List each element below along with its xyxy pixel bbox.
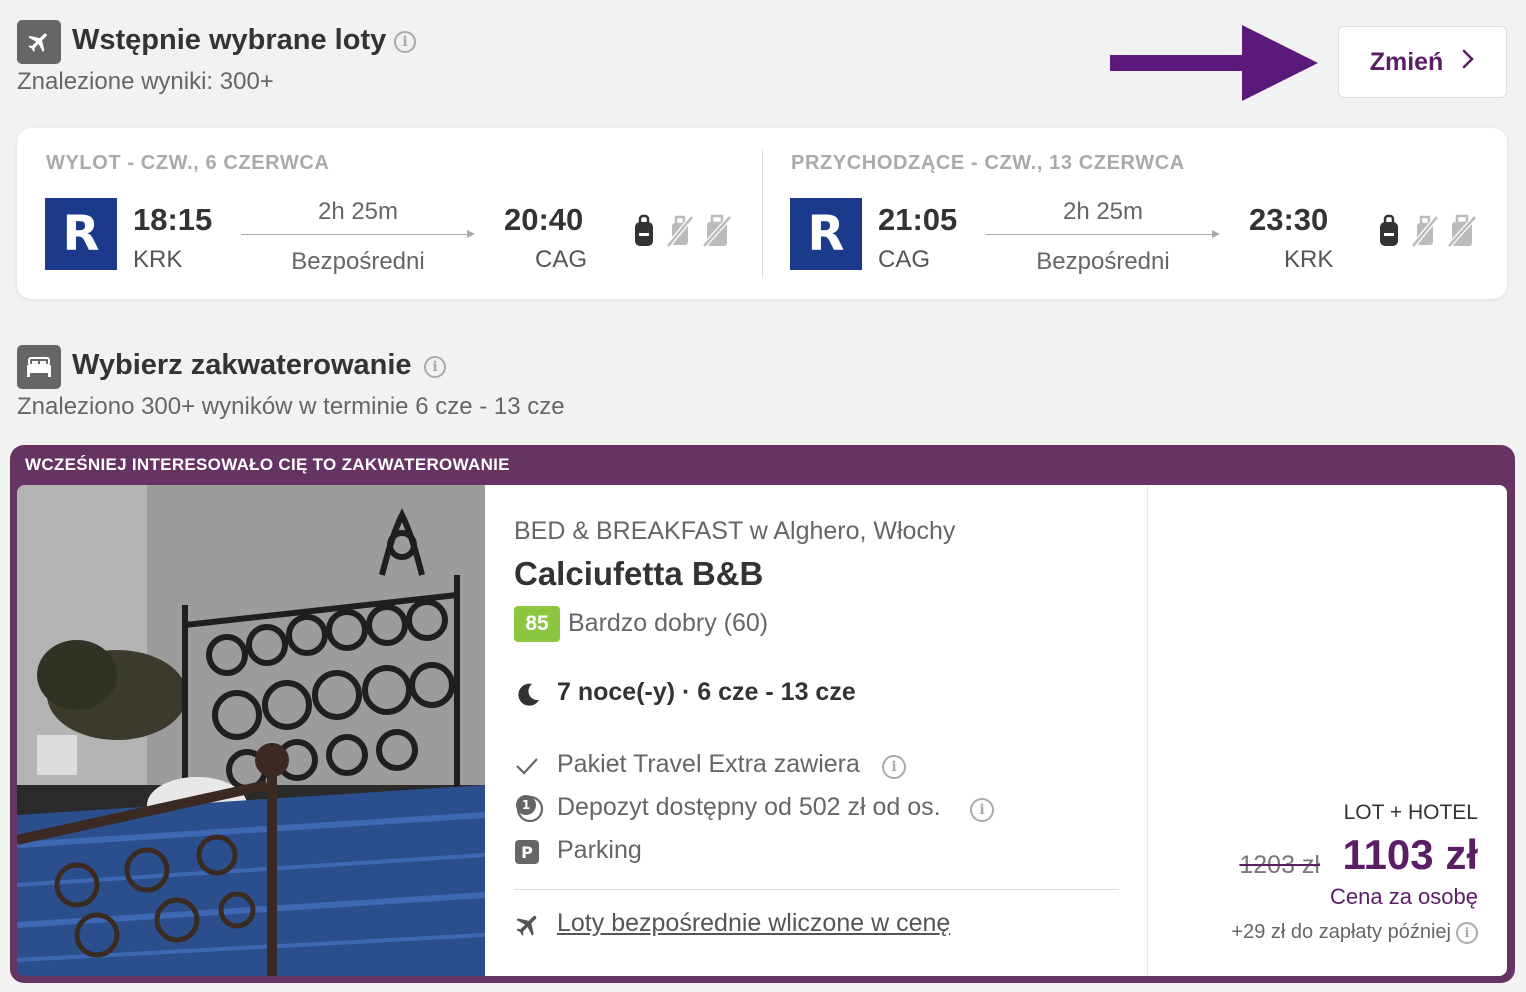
current-price: 1103 zł <box>1342 831 1478 878</box>
change-flights-button[interactable]: Zmień <box>1338 26 1507 98</box>
outbound-arrival-code: CAG <box>535 246 588 273</box>
inbound-route-line <box>986 230 1220 238</box>
pay-later-info-icon[interactable]: i <box>1456 922 1478 944</box>
no-cabin-bag-icon <box>1410 214 1440 253</box>
outbound-duration: 2h 25m <box>317 198 399 225</box>
svg-text:P: P <box>521 843 533 862</box>
accommodation-section-title: Wybierz zakwaterowanie <box>72 349 412 381</box>
deposit-info-icon[interactable]: i <box>970 798 994 822</box>
stay-nights-dates: 7 noce(-y) · 6 cze - 13 cze <box>557 678 856 706</box>
inbound-departure-code: CAG <box>878 246 931 273</box>
outbound-leg: WYLOT - CZW., 6 CZERWCA R 18:15 KRK 2h 2… <box>17 128 737 299</box>
flight-summary-card[interactable]: WYLOT - CZW., 6 CZERWCA R 18:15 KRK 2h 2… <box>17 128 1507 299</box>
hotel-name[interactable]: Calciufetta B&B <box>514 555 763 593</box>
inbound-header: PRZYCHODZĄCE - CZW., 13 CZERWCA <box>791 152 1185 174</box>
annotation-arrow-shaft <box>1110 55 1250 71</box>
package-type-label: LOT + HOTEL <box>1343 801 1478 824</box>
feature-travel-extra: Pakiet Travel Extra zawiera <box>557 750 860 778</box>
change-button-label: Zmień <box>1369 47 1444 76</box>
outbound-departure-code: KRK <box>133 246 183 273</box>
outbound-route-line <box>241 230 475 238</box>
flights-results-count: Znalezione wyniki: 300+ <box>17 68 274 95</box>
outbound-arrival-time: 20:40 <box>504 202 584 237</box>
moon-icon <box>514 680 542 713</box>
old-price: 1203 zł <box>1239 851 1320 879</box>
inbound-leg: PRZYCHODZĄCE - CZW., 13 CZERWCA R 21:05 … <box>762 128 1482 299</box>
inbound-arrival-code: KRK <box>1284 246 1334 273</box>
hotel-photo[interactable] <box>17 485 485 976</box>
rating-text: Bardzo dobry (60) <box>568 609 769 637</box>
features-divider <box>514 889 1119 890</box>
price-column[interactable]: LOT + HOTEL 1203 zł 1103 zł Cena za osob… <box>1147 485 1507 976</box>
outbound-stops: Bezpośredni <box>291 248 425 275</box>
inbound-duration: 2h 25m <box>1062 198 1144 225</box>
airline-logo: R <box>790 198 862 270</box>
offer-banner: WCZEŚNIEJ INTERESOWAŁO CIĘ TO ZAKWATEROW… <box>25 455 510 474</box>
pay-later-note: +29 zł do zapłaty później <box>1231 921 1451 943</box>
inbound-departure-time: 21:05 <box>878 202 958 237</box>
flights-section-title: Wstępnie wybrane loty <box>72 24 387 56</box>
flights-info-icon[interactable]: i <box>394 31 416 53</box>
airline-logo: R <box>45 198 117 270</box>
annotation-arrow-icon <box>1242 25 1318 101</box>
accommodation-info-icon[interactable]: i <box>424 356 446 378</box>
direct-flights-link[interactable]: Loty bezpośrednie wliczone w cenę <box>557 909 950 938</box>
plane-section-icon <box>17 20 61 64</box>
bed-section-icon <box>17 345 61 389</box>
offer-card[interactable]: BED & BREAKFAST w Alghero, Włochy Calciu… <box>17 485 1507 976</box>
chevron-right-icon <box>1461 48 1475 77</box>
backpack-icon <box>1378 214 1400 253</box>
no-cabin-bag-icon <box>665 214 695 253</box>
no-checked-bag-icon <box>1446 214 1478 253</box>
feature-parking: Parking <box>557 836 642 864</box>
svg-text:1: 1 <box>522 798 530 812</box>
parking-icon: P <box>514 839 540 870</box>
rating-score-badge: 85 <box>514 606 560 642</box>
outbound-header: WYLOT - CZW., 6 CZERWCA <box>46 152 330 174</box>
deposit-icon: 1 <box>514 793 544 828</box>
feature-deposit: Depozyt dostępny od 502 zł od os. <box>557 793 941 821</box>
plane-icon <box>514 911 542 944</box>
backpack-icon <box>633 214 655 253</box>
accommodation-results-count: Znaleziono 300+ wyników w terminie 6 cze… <box>17 393 565 420</box>
hotel-type-location: BED & BREAKFAST w Alghero, Włochy <box>514 517 956 545</box>
travel-extra-info-icon[interactable]: i <box>882 755 906 779</box>
inbound-stops: Bezpośredni <box>1036 248 1170 275</box>
check-icon <box>514 753 540 784</box>
previously-viewed-offer[interactable]: WCZEŚNIEJ INTERESOWAŁO CIĘ TO ZAKWATEROW… <box>10 445 1515 983</box>
price-per-person-label: Cena za osobę <box>1330 884 1478 909</box>
inbound-arrival-time: 23:30 <box>1249 202 1329 237</box>
no-checked-bag-icon <box>701 214 733 253</box>
outbound-departure-time: 18:15 <box>133 202 213 237</box>
